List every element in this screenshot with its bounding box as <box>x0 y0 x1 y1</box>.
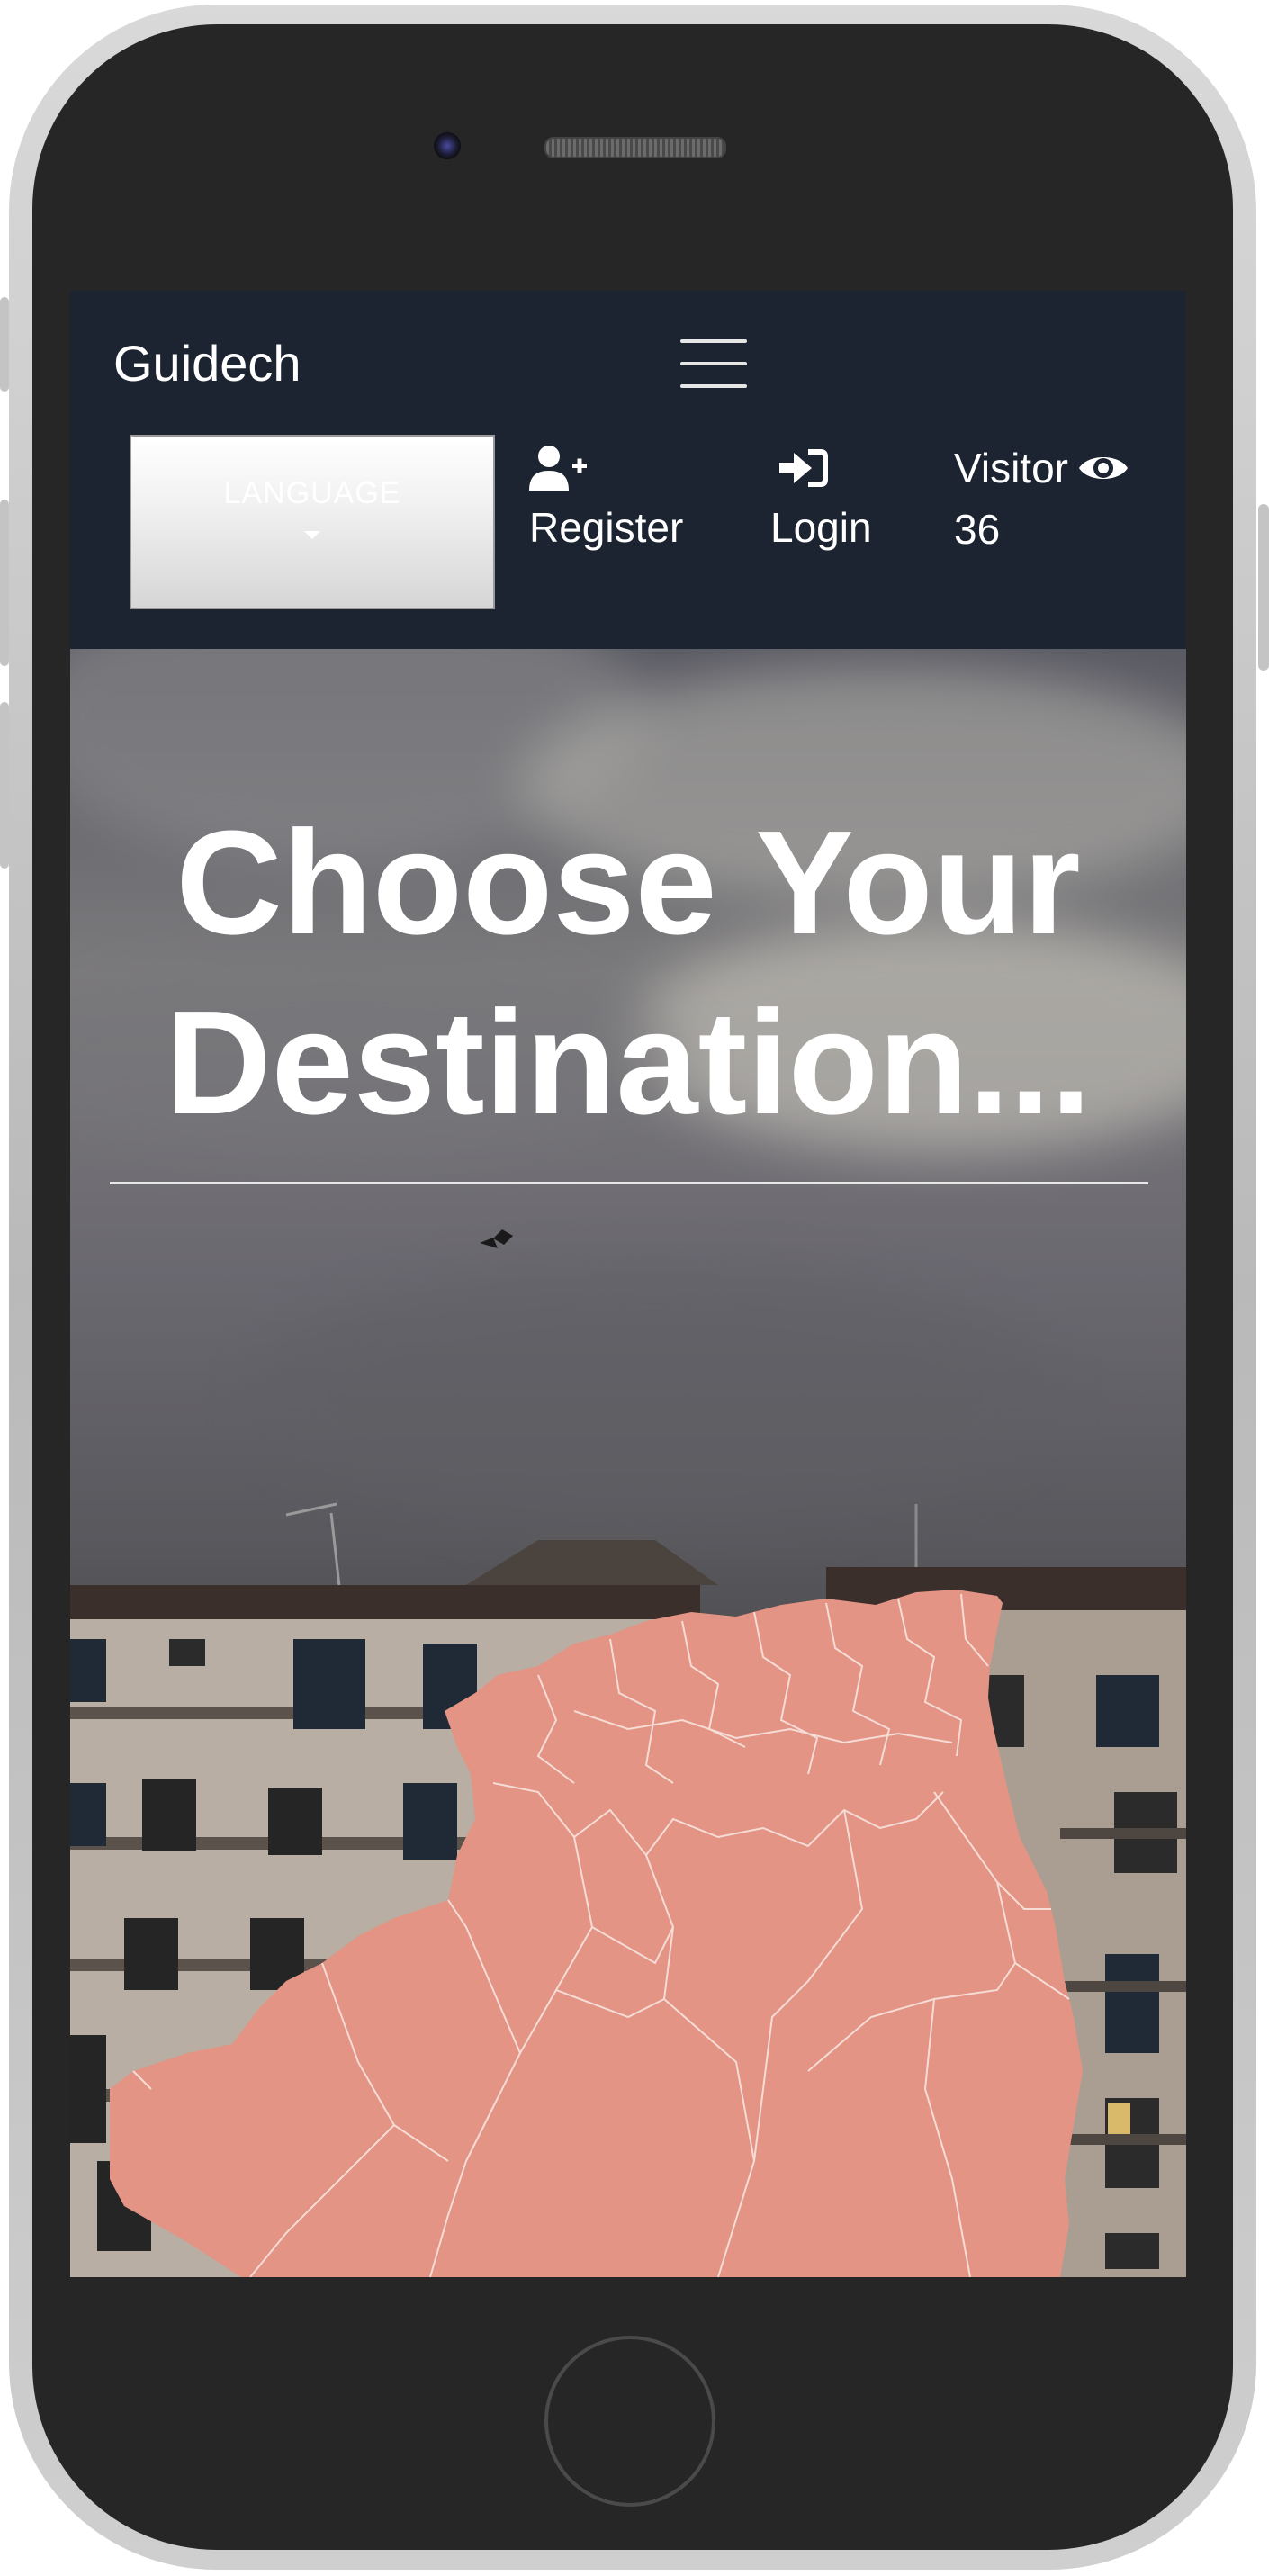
register-link[interactable]: Register <box>529 444 683 552</box>
language-dropdown[interactable]: LANGUAGE <box>130 435 495 609</box>
screen: Guidech LANGUAGE Register Login Visitor … <box>70 291 1186 2277</box>
visitor-counter: Visitor 36 <box>954 444 1130 554</box>
eye-icon <box>1078 457 1128 479</box>
algeria-country-shape[interactable] <box>110 1590 1083 2277</box>
register-label: Register <box>529 504 684 551</box>
caret-down-icon <box>304 531 320 539</box>
visitor-label: Visitor <box>954 445 1068 491</box>
visitor-count: 36 <box>954 506 1001 553</box>
front-camera <box>434 132 461 159</box>
side-button-volume-up <box>0 500 9 666</box>
navbar: Guidech LANGUAGE Register Login Visitor … <box>70 291 1186 649</box>
earpiece-speaker <box>544 137 726 158</box>
hero-section: Choose Your Destination... <box>70 649 1186 2277</box>
user-plus-icon <box>529 446 587 491</box>
login-label: Login <box>770 504 872 551</box>
sign-in-icon <box>779 449 828 487</box>
home-button[interactable] <box>544 2336 716 2507</box>
side-button-volume-down <box>0 702 9 869</box>
algeria-map[interactable] <box>70 649 1186 2277</box>
side-button-mute <box>0 297 9 392</box>
login-link[interactable]: Login <box>770 444 872 552</box>
hamburger-icon[interactable] <box>680 339 747 388</box>
brand-logo[interactable]: Guidech <box>113 334 302 392</box>
language-label: LANGUAGE <box>223 476 401 510</box>
side-button-power <box>1258 504 1269 671</box>
